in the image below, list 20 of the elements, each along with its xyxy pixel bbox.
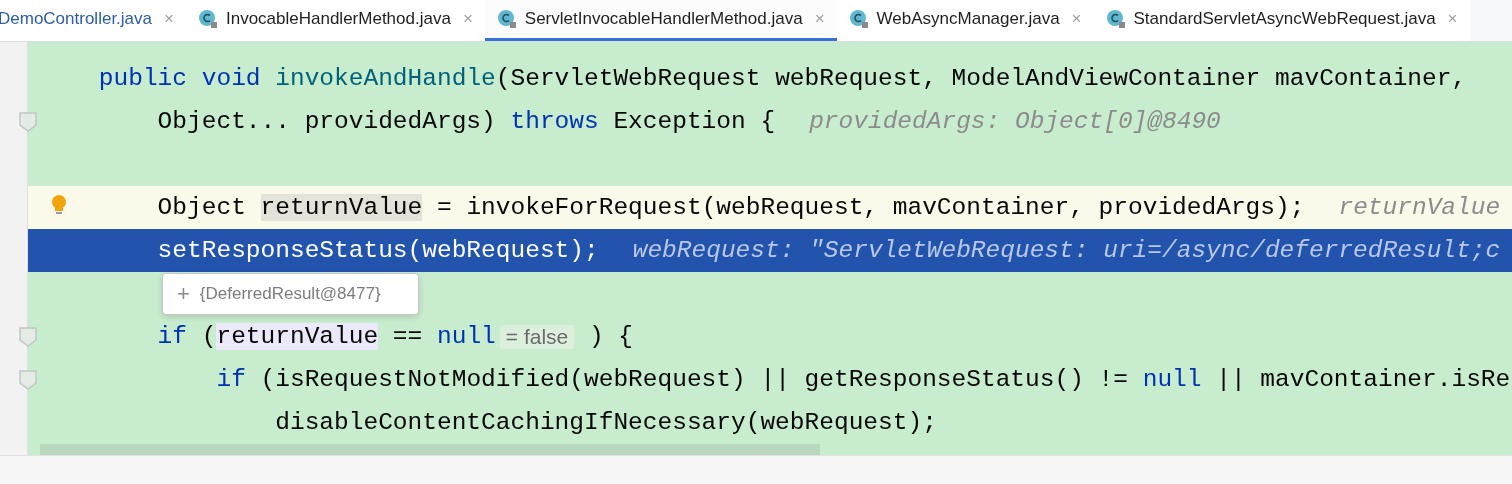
close-icon[interactable]: × [164,9,174,29]
editor-tab[interactable]: StandardServletAsyncWebRequest.java × [1093,0,1470,41]
code-line: if (isRequestNotModified(webRequest) || getResponseStatus() != null || mavContainer.isRe [215,365,1512,395]
close-icon[interactable]: × [1447,9,1458,29]
editor-tab[interactable]: WebAsyncManager.java × [836,0,1094,41]
fold-icon[interactable] [18,326,38,348]
close-icon[interactable]: × [814,9,825,29]
expand-icon[interactable]: + [177,281,190,307]
close-icon[interactable]: × [462,9,473,29]
code-line: disableContentCachingIfNecessary(webRequest); [274,408,938,438]
close-icon[interactable]: × [1071,9,1082,29]
code-line: public void invokeAndHandle(ServletWebRequest webRequest, ModelAndViewContainer mavContainer, [97,64,1468,94]
fold-icon[interactable] [18,369,38,391]
fold-icon[interactable] [18,111,38,133]
tooltip-text: {DeferredResult@8477} [199,284,381,304]
code-line: Object... providedArgs) throws Exception { providedArgs: Object[0]@8490 [156,107,1222,137]
horizontal-scrollbar[interactable] [40,444,820,455]
editor-tab[interactable]: InvocableHandlerMethod.java × [185,0,485,41]
editor-tab[interactable]: ServletInvocableHandlerMethod.java × [484,0,837,41]
editor-tab[interactable]: DemoController.java × [0,0,186,41]
